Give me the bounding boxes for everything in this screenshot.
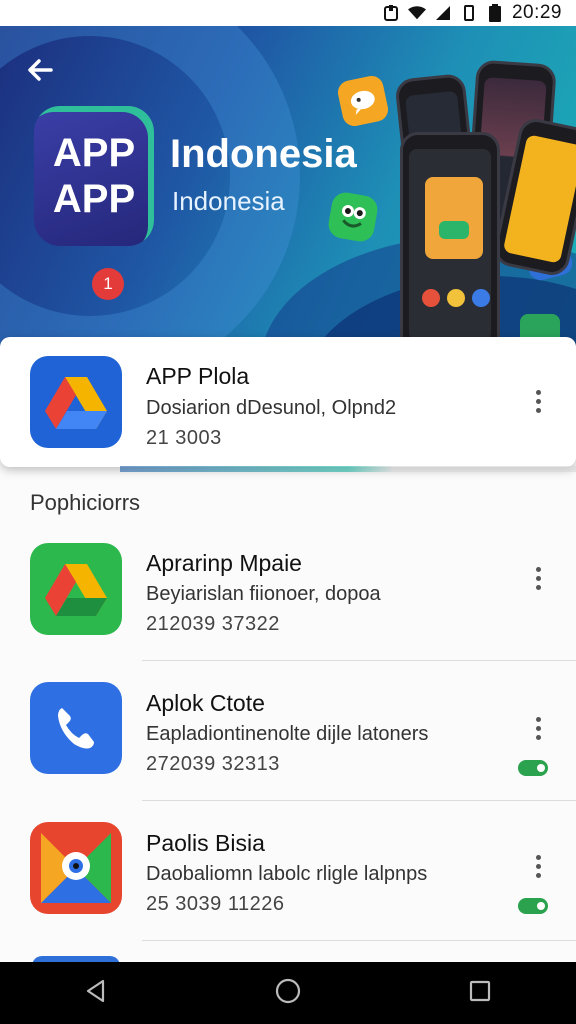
list-item[interactable]: Aprarinp Mpaie Beyiarislan fiionoer, dop… bbox=[0, 530, 576, 670]
app-title: Paolis Bisia bbox=[146, 830, 265, 856]
more-vert-icon[interactable] bbox=[526, 710, 550, 746]
app-description: Eapladiontinenolte dijle latoners bbox=[146, 723, 429, 745]
app-description: Daobaliomn labolc rligle lalpnps bbox=[146, 863, 428, 885]
section-header: Pophiciorrs bbox=[30, 490, 141, 515]
featured-app-description: Dosiarion dDesunol, Olpnd2 bbox=[146, 397, 397, 419]
featured-app-meta: 21 3003 bbox=[146, 427, 222, 449]
app-meta: 25 3039 11226 bbox=[146, 893, 285, 915]
app-title: Aprarinp Mpaie bbox=[146, 550, 302, 576]
list-item[interactable]: Aplok Ctote Eapladiontinenolte dijle lat… bbox=[0, 670, 576, 810]
phone-icon bbox=[30, 682, 122, 774]
signal-icon bbox=[434, 5, 452, 21]
more-vert-icon[interactable] bbox=[526, 560, 550, 596]
status-bar: 20:29 bbox=[0, 0, 576, 26]
more-vert-icon[interactable] bbox=[526, 383, 550, 419]
nav-recents-icon bbox=[468, 979, 492, 1008]
nav-recents-button[interactable] bbox=[450, 968, 510, 1018]
arrow-back-icon bbox=[25, 55, 55, 90]
nav-home-icon bbox=[274, 977, 302, 1010]
app-logo-text: APP bbox=[52, 131, 136, 175]
nav-home-button[interactable] bbox=[258, 968, 318, 1018]
nav-back-button[interactable] bbox=[66, 968, 126, 1018]
navigation-bar bbox=[0, 962, 576, 1024]
featured-app-title: APP Plola bbox=[146, 363, 250, 389]
nav-back-icon bbox=[83, 978, 109, 1009]
wifi-icon bbox=[407, 5, 426, 21]
back-button[interactable] bbox=[22, 54, 58, 90]
list-item[interactable]: Paolis Bisia Daobaliomn labolc rligle la… bbox=[0, 810, 576, 950]
status-time: 20:29 bbox=[511, 2, 562, 23]
frog-sticker-icon bbox=[326, 190, 380, 244]
app-logo-text: APP bbox=[52, 177, 136, 221]
app-meta: 212039 37322 bbox=[146, 613, 280, 635]
divider bbox=[142, 940, 576, 941]
toggle-on-icon[interactable] bbox=[518, 760, 548, 776]
more-vert-icon[interactable] bbox=[526, 848, 550, 884]
notification-badge[interactable]: 1 bbox=[92, 268, 124, 300]
drive-triangle-icon bbox=[30, 356, 122, 448]
maps-pin-icon bbox=[30, 822, 122, 914]
featured-app-card[interactable]: APP Plola Dosiarion dDesunol, Olpnd2 21 … bbox=[0, 337, 576, 467]
chat-sticker-icon bbox=[335, 73, 391, 129]
app-title: Aplok Ctote bbox=[146, 690, 265, 716]
app-description: Beyiarislan fiionoer, dopoa bbox=[146, 583, 381, 605]
toggle-on-icon[interactable] bbox=[518, 898, 548, 914]
app-logo: APP APP bbox=[34, 106, 154, 246]
hero-banner: APP APP Indonesia Indonesia 1 bbox=[0, 26, 576, 346]
app-list-screen: 20:29 APP APP Indonesia Indonesia 1 APP … bbox=[0, 0, 576, 1024]
divider bbox=[142, 660, 576, 661]
phone-mockup bbox=[400, 132, 500, 346]
vibrate-icon bbox=[460, 5, 478, 21]
page-subtitle: Indonesia bbox=[172, 186, 285, 216]
divider bbox=[142, 800, 576, 801]
card-divider bbox=[120, 466, 576, 472]
nfc-icon bbox=[382, 5, 400, 21]
app-meta: 272039 32313 bbox=[146, 753, 280, 775]
page-title: Indonesia bbox=[170, 132, 357, 176]
battery-icon bbox=[486, 4, 504, 22]
drive-triangle-icon bbox=[30, 543, 122, 635]
